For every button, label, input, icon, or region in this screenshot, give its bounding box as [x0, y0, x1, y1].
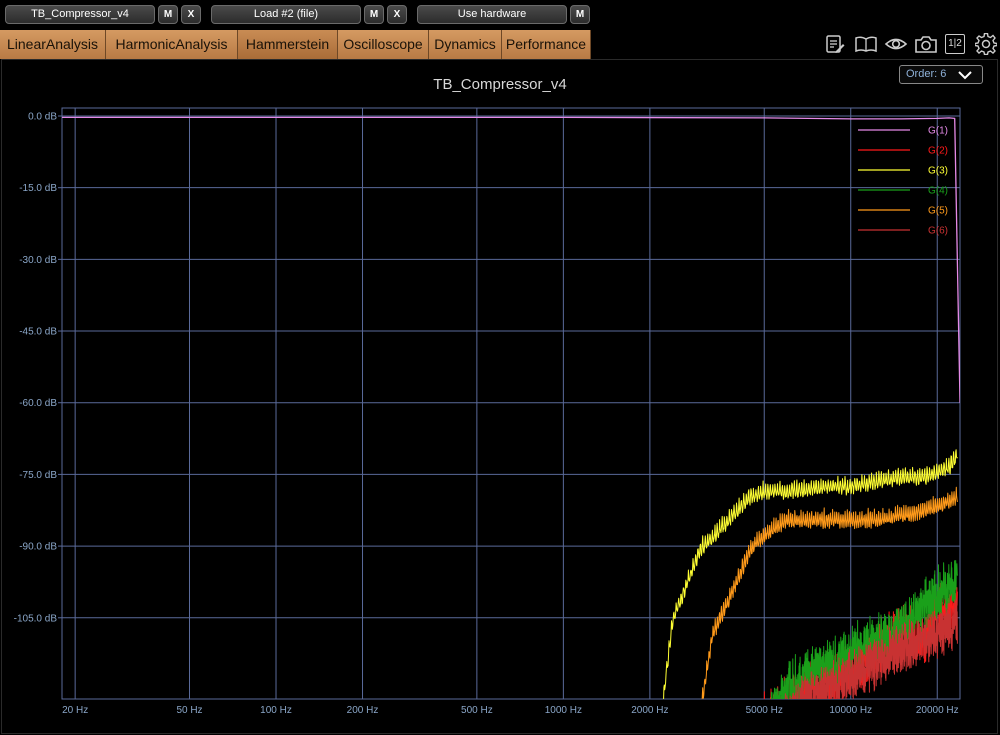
- legend-label-g3: G(3): [928, 166, 948, 177]
- plot-area: [61, 107, 961, 700]
- x-tick-label: 10000 Hz: [829, 705, 872, 716]
- legend-label-g6: G(6): [928, 226, 948, 237]
- order-select-value: Order: 6: [906, 68, 947, 80]
- legend-label-g5: G(5): [928, 206, 948, 217]
- order-select[interactable]: Order: 6: [899, 65, 983, 84]
- x-tick-label: 1000 Hz: [545, 705, 582, 716]
- y-tick-label: -45.0 dB: [19, 327, 57, 338]
- legend-label-g4: G(4): [928, 186, 948, 197]
- x-tick-label: 200 Hz: [347, 705, 379, 716]
- legend: G(1) G(2) G(3) G(4) G(5) G(6): [858, 126, 948, 237]
- x-tick-label: 500 Hz: [461, 705, 493, 716]
- y-tick-label: -30.0 dB: [19, 255, 57, 266]
- series-group: [62, 116, 960, 699]
- x-tick-label: 5000 Hz: [746, 705, 783, 716]
- legend-label-g1: G(1): [928, 126, 948, 137]
- x-tick-label: 20 Hz: [62, 705, 88, 716]
- series-line-g1: [62, 116, 960, 403]
- chart-title: TB_Compressor_v4: [433, 76, 567, 93]
- hammerstein-chart: 0.0 dB -15.0 dB -30.0 dB -45.0 dB -60.0 dB -7…: [14, 107, 961, 716]
- chevron-down-icon: [958, 71, 972, 80]
- y-tick-label: -90.0 dB: [19, 542, 57, 553]
- y-tick-label: 0.0 dB: [28, 112, 57, 123]
- y-tick-label: -60.0 dB: [19, 398, 57, 409]
- x-tick-label: 100 Hz: [260, 705, 292, 716]
- y-tick-label: -105.0 dB: [14, 613, 58, 624]
- legend-label-g2: G(2): [928, 146, 948, 157]
- y-tick-label: -75.0 dB: [19, 470, 57, 481]
- x-tick-label: 50 Hz: [176, 705, 202, 716]
- x-tick-label: 20000 Hz: [916, 705, 959, 716]
- x-tick-label: 2000 Hz: [631, 705, 668, 716]
- y-tick-label: -15.0 dB: [19, 183, 57, 194]
